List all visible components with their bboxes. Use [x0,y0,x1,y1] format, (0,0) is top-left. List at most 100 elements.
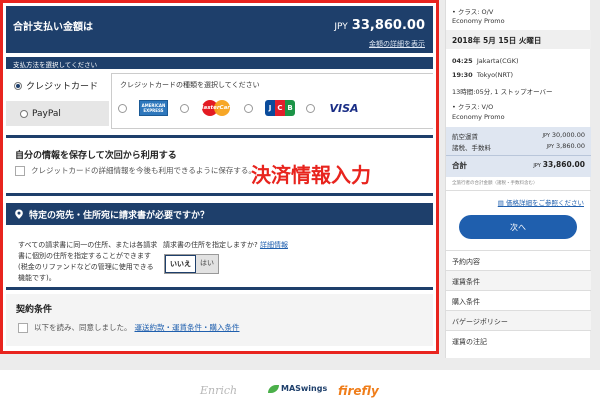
fare-base-row: 航空運賃 JPY 30,000.00 [452,131,585,141]
fare-type: Economy Promo [452,113,505,121]
class-info: • クラス: O/V [452,8,494,16]
jcb-letter: J [265,100,275,116]
jcb-logo: J C B [265,100,295,116]
divider [446,190,591,191]
method-label: PayPal [32,108,61,119]
fare-tax-value: JPY 3,860.00 [547,142,585,152]
jcb-letter: C [275,100,285,116]
fare-currency: JPY [542,133,550,139]
departure-place: Jakarta(CGK) [476,57,519,65]
fare-tax-amount: 3,860.00 [556,142,585,150]
fare-total-amount: 33,860.00 [542,160,585,169]
invoice-address-toggle[interactable]: いいえ はい [164,254,219,274]
visa-logo: VISA [329,101,359,115]
fare-total-label: 合計 [452,161,467,170]
total-amount-bar: 合計支払い金額は JPY 33,860.00 金額の詳細を表示 [6,6,433,53]
paypal-radio[interactable] [20,109,28,118]
terms-agree-label: 以下を読み、同意しました。 [34,323,132,332]
terms-agree-option[interactable]: 以下を読み、同意しました。 運送約款・運賃条件・購入条件 [18,322,240,333]
invoice-body: すべての請求書に同一の住所、または各請求書に個別の住所を指定することができます(… [6,225,433,285]
fare-total-row: 合計 JPY 33,860.00 [446,155,591,177]
total-amount: JPY 33,860.00 [334,18,425,33]
departure-row: 04:25 Jakarta(CGK) [452,57,519,65]
location-pin-icon [15,209,23,219]
invoice-title: 特定の宛先・住所宛に請求書が必要ですか？ [29,210,210,221]
terms-title: 契約条件 [16,305,53,315]
next-button[interactable]: 次へ [459,215,577,239]
amex-radio[interactable] [118,103,127,113]
payment-panel: 合計支払い金額は JPY 33,860.00 金額の詳細を表示 支払方法を選択して… [0,0,439,354]
invoice-question-text: 請求書の住所を指定しますか? [163,241,258,249]
card-option-visa[interactable]: VISA [306,100,361,116]
booking-summary-panel: • クラス: O/V Economy Promo 2018年 5月 15日 火曜… [445,0,591,358]
sidebar-item-baggage-policy[interactable]: バゲージポリシー [446,310,591,330]
footer-partner-logos: Enrich MASwings firefly [0,370,600,400]
amount-details-link[interactable]: 金額の詳細を表示 [369,39,425,49]
swoosh-icon [268,384,279,393]
firefly-logo: firefly [338,384,379,398]
flight-date: 2018年 5月 15日 火曜日 [446,30,591,49]
fare-currency: JPY [546,144,555,150]
maswings-logo: MASwings [268,384,327,393]
total-included-note: 全旅行者の合計金額（諸税・手数料含む） [452,181,538,186]
section-divider [6,287,433,290]
arrival-time: 19:30 [452,71,473,79]
toggle-no-option[interactable]: いいえ [165,255,196,273]
toggle-yes-option[interactable]: はい [196,255,218,273]
card-option-mastercard[interactable]: MasterCard [180,100,234,116]
invoice-section-header[interactable]: 特定の宛先・住所宛に請求書が必要ですか？ [6,203,433,225]
payment-methods: クレジットカード PayPal クレジットカードの種類を選択してください AME… [6,69,433,129]
fare-currency: JPY [533,163,541,169]
card-type-label: クレジットカードの種類を選択してください [120,81,260,89]
card-option-jcb[interactable]: J C B [244,100,295,116]
total-label: 合計支払い金額は [13,22,93,33]
card-option-amex[interactable]: AMERICAN EXPRESS [118,100,168,116]
enrich-logo: Enrich [200,384,238,397]
amex-logo: AMERICAN EXPRESS [139,100,168,116]
jcb-radio[interactable] [244,103,253,113]
save-info-option[interactable]: クレジットカードの詳細情報を今後も利用できるように保存する。 [15,165,256,176]
fare-base-value: JPY 30,000.00 [542,131,585,141]
document-icon: ▤ [497,199,504,207]
fare-rules-link[interactable]: ▤ 価格詳細をご参照ください [498,197,584,207]
fare-tax-row: 諸税、手数料 JPY 3,860.00 [452,142,585,152]
invoice-question: 請求書の住所を指定しますか? 詳細情報 [163,240,288,250]
sidebar-item-purchase-conditions[interactable]: 購入条件 [446,290,591,310]
fare-base-label: 航空運賃 [452,133,478,141]
payment-entry-annotation: 決済情報入力 [251,163,371,187]
fare-tax-label: 諸税、手数料 [452,144,491,152]
visa-radio[interactable] [306,103,315,113]
terms-section: 契約条件 以下を読み、同意しました。 運送約款・運賃条件・購入条件 [6,294,433,346]
save-info-title: 自分の情報を保存して次回から利用する [15,151,177,161]
fare-base-amount: 30,000.00 [551,131,585,139]
sidebar-item-fare-notes[interactable]: 運賃の注記 [446,330,591,350]
fare-rules-label: 価格詳細をご参照ください [506,199,584,207]
sidebar-item-booking-details[interactable]: 予約内容 [446,250,591,270]
method-paypal[interactable]: PayPal [6,101,109,126]
payment-method-heading: 支払方法を選択してください [6,57,433,69]
mastercard-radio[interactable] [180,103,189,113]
save-info-checkbox[interactable] [15,165,25,176]
invoice-details-link[interactable]: 詳細情報 [260,241,288,249]
credit-card-radio[interactable] [14,81,22,90]
method-label: クレジットカード [26,82,99,92]
section-divider [6,193,433,196]
maswings-logo-text: MASwings [281,384,328,393]
fare-type: Economy Promo [452,17,505,25]
terms-checkbox[interactable] [18,322,28,333]
class-info: • クラス: V/O [452,103,494,111]
arrival-row: 19:30 Tokyo(NRT) [452,71,513,79]
total-amount-value: 33,860.00 [351,18,425,33]
method-credit-card[interactable]: クレジットカード [6,73,111,98]
arrival-place: Tokyo(NRT) [476,71,513,79]
flight-duration: 13時間:05分, 1 ストップオーバー [452,88,553,96]
fare-total-value: JPY 33,860.00 [533,160,585,173]
invoice-description: すべての請求書に同一の住所、または各請求書に個別の住所を指定することができます(… [18,241,158,282]
total-currency: JPY [334,22,348,32]
sidebar-item-fare-conditions[interactable]: 運賃条件 [446,270,591,290]
departure-time: 04:25 [452,57,473,65]
jcb-letter: B [285,100,295,116]
mastercard-logo-text: MasterCard [198,105,234,111]
terms-conditions-link[interactable]: 運送約款・運賃条件・購入条件 [135,322,240,333]
mastercard-logo: MasterCard [198,100,234,116]
